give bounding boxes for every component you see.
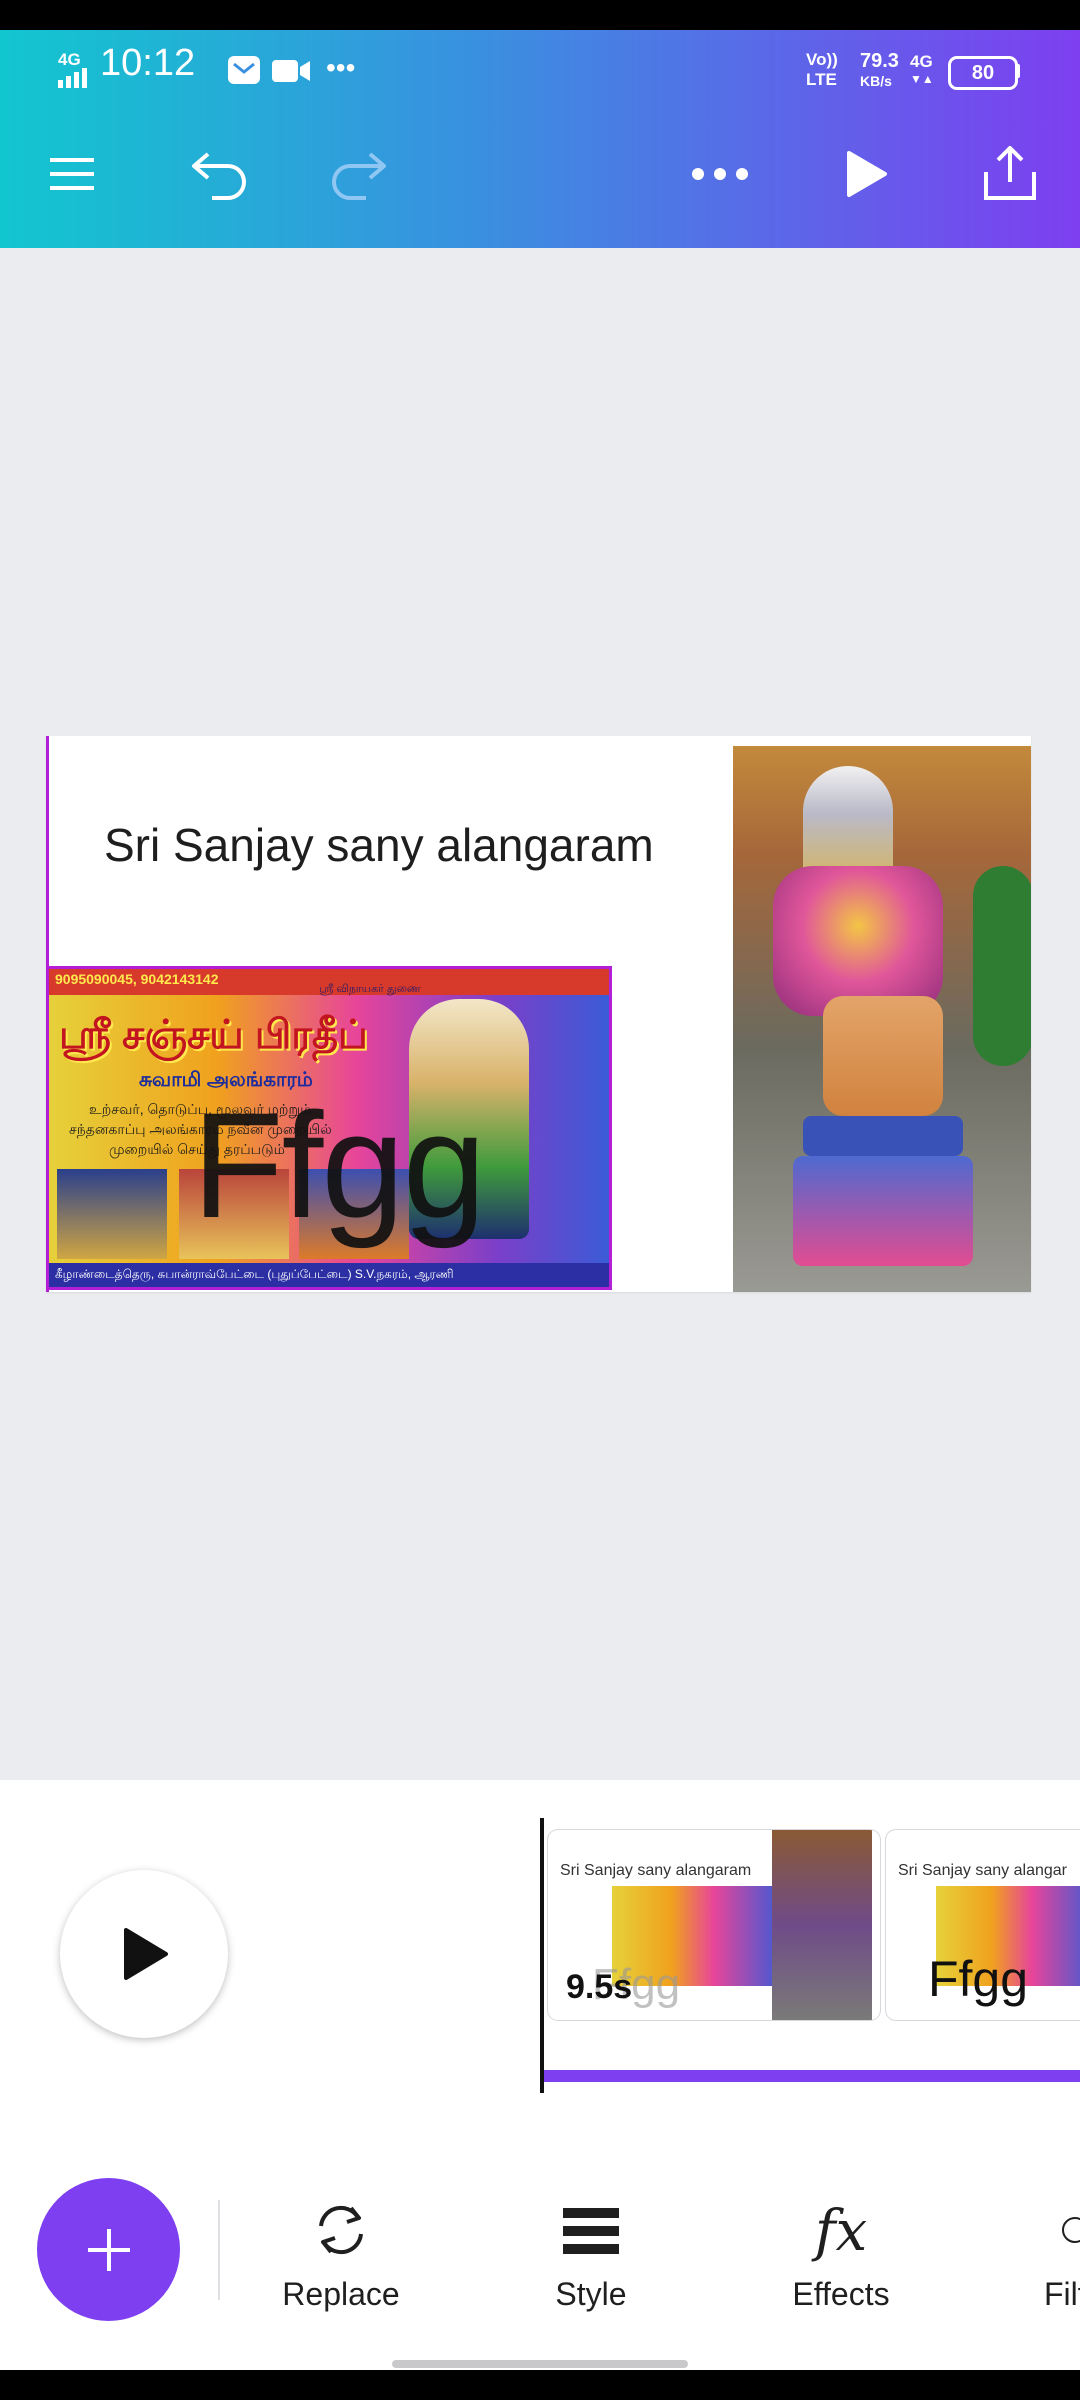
preview-play-button[interactable] xyxy=(826,140,906,208)
style-label: Style xyxy=(555,2276,627,2312)
effects-tool[interactable]: fx Effects xyxy=(756,2180,926,2313)
filter-icon xyxy=(1062,2217,1080,2243)
timeline-clip-2[interactable]: Sri Sanjay sany alangar Ffgg xyxy=(886,1830,1080,2020)
statue-photo[interactable] xyxy=(733,746,1031,1292)
effects-icon: fx xyxy=(814,2199,868,2264)
undo-icon xyxy=(192,152,246,200)
timeline-playhead[interactable] xyxy=(540,1818,544,2093)
filter-label: Filt xyxy=(1044,2276,1080,2312)
style-icon xyxy=(563,2208,619,2254)
status-time: 10:12 xyxy=(100,42,196,84)
add-element-button[interactable] xyxy=(37,2178,180,2321)
redo-button[interactable] xyxy=(318,140,398,208)
banner-tagline: ஸ்ரீ விநாயகர் துணை xyxy=(319,983,421,995)
clip-duration: 9.5s xyxy=(566,1968,633,2006)
status-more-icon: ••• xyxy=(326,52,356,83)
banner-contact: 9095090045, 9042143142 xyxy=(55,971,219,987)
video-call-icon xyxy=(272,58,312,89)
status-bar-background xyxy=(0,0,1080,30)
timeline-play-button[interactable] xyxy=(60,1870,228,2038)
clip-title: Sri Sanjay sany alangaram xyxy=(560,1862,752,1879)
clip-title: Sri Sanjay sany alangar xyxy=(898,1862,1067,1879)
replace-tool[interactable]: Replace xyxy=(256,2180,426,2313)
system-nav-bar xyxy=(0,2370,1080,2400)
home-indicator[interactable] xyxy=(392,2360,688,2368)
filter-tool[interactable]: Filt xyxy=(1000,2180,1080,2313)
plus-icon xyxy=(87,2228,130,2271)
network-type-right: 4G xyxy=(910,52,933,71)
timeline-clip-1[interactable]: Sri Sanjay sany alangaram Ffgg 9.5s xyxy=(548,1830,880,2020)
replace-icon xyxy=(319,2205,363,2255)
network-speed-unit: KB/s xyxy=(860,73,892,89)
banner-footer: கீழாண்டைத்தெரு, சுபான்ராவ்பேட்டை (புதுப்… xyxy=(55,1267,454,1281)
design-title-text[interactable]: Sri Sanjay sany alangaram xyxy=(104,818,654,872)
clip-thumbnail-photo xyxy=(772,1830,872,2020)
battery-level: 80 xyxy=(971,61,995,84)
menu-icon xyxy=(50,158,94,190)
more-icon xyxy=(692,168,748,180)
redo-icon xyxy=(332,152,386,200)
menu-button[interactable] xyxy=(34,140,110,208)
battery-icon: 80 xyxy=(948,56,1018,90)
banner-heading: ஸ்ரீ சஞ்சய் பிரதீப் xyxy=(59,1013,368,1057)
share-button[interactable] xyxy=(970,136,1050,208)
data-arrows-icon: ▼▲ xyxy=(910,72,934,86)
toolbar-divider xyxy=(218,2200,220,2300)
play-icon xyxy=(124,1928,168,1980)
lte-label: LTE xyxy=(806,70,837,89)
overlay-text-element[interactable]: Ffgg xyxy=(192,1090,486,1240)
battery-tip xyxy=(1015,64,1020,78)
signal-icon xyxy=(58,66,94,93)
undo-button[interactable] xyxy=(180,140,260,208)
play-icon xyxy=(847,151,887,197)
network-speed-value: 79.3 xyxy=(860,50,899,72)
effects-label: Effects xyxy=(792,2276,890,2312)
message-icon xyxy=(226,52,262,93)
clip-overlay-text: Ffgg xyxy=(928,1951,1029,2007)
share-icon xyxy=(984,146,1036,200)
style-tool[interactable]: Style xyxy=(506,2180,676,2313)
more-options-button[interactable] xyxy=(680,140,760,208)
volte-label: Vo)) xyxy=(806,50,838,69)
timeline-audio-bar[interactable] xyxy=(544,2070,1080,2082)
replace-label: Replace xyxy=(282,2276,400,2312)
banner-thumbnail-1 xyxy=(57,1169,167,1259)
